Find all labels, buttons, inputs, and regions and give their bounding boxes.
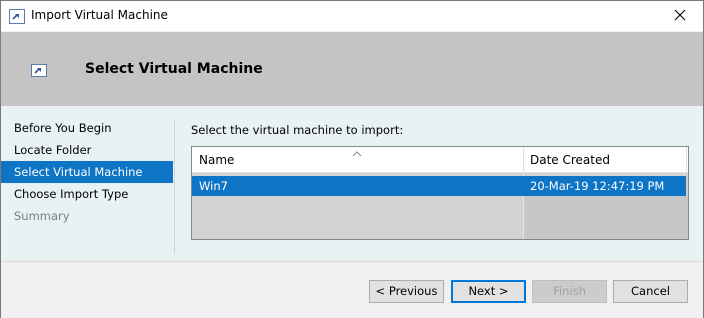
vm-date-created-cell: 20-Mar-19 12:47:19 PM: [530, 179, 665, 193]
close-button[interactable]: [657, 1, 703, 31]
close-icon: [674, 9, 686, 24]
column-resize-handle[interactable]: [523, 147, 524, 172]
finish-button: Finish: [532, 280, 607, 303]
column-resize-handle[interactable]: [686, 147, 687, 172]
page-title: Select Virtual Machine: [85, 61, 263, 77]
nav-item-summary: Summary: [14, 209, 70, 223]
column-header-name[interactable]: Name: [199, 147, 234, 172]
cancel-button[interactable]: Cancel: [613, 280, 688, 303]
select-vm-prompt: Select the virtual machine to import:: [191, 123, 404, 137]
nav-item-before-you-begin[interactable]: Before You Begin: [1, 117, 173, 139]
import-vm-icon: [31, 64, 47, 77]
previous-button[interactable]: < Previous: [369, 280, 444, 303]
import-vm-dialog: Import Virtual Machine Select Virtual Ma…: [0, 0, 704, 318]
empty-column-area: [524, 195, 688, 239]
next-button[interactable]: Next >: [451, 280, 526, 303]
vm-name-cell: Win7: [199, 179, 228, 193]
window-title: Import Virtual Machine: [31, 8, 168, 22]
vm-list[interactable]: Name Date Created Win7 20-Mar-19 12:47:1…: [191, 146, 689, 240]
import-vm-icon: [9, 9, 25, 24]
vm-list-header: Name Date Created: [192, 147, 688, 173]
title-bar[interactable]: Import Virtual Machine: [1, 1, 703, 31]
wizard-footer: < Previous Next > Finish Cancel: [1, 261, 703, 318]
nav-divider: [174, 119, 175, 254]
nav-item-locate-folder[interactable]: Locate Folder: [1, 139, 173, 161]
wizard-content: Before You Begin Locate Folder Select Vi…: [1, 106, 703, 261]
nav-item-choose-import-type[interactable]: Choose Import Type: [1, 183, 173, 205]
column-header-date-created[interactable]: Date Created: [530, 147, 610, 172]
wizard-header: Select Virtual Machine: [1, 32, 703, 106]
vm-row-win7[interactable]: Win7 20-Mar-19 12:47:19 PM: [192, 176, 686, 196]
nav-item-select-virtual-machine[interactable]: Select Virtual Machine: [1, 161, 173, 183]
sort-ascending-icon: [352, 146, 362, 160]
wizard-steps-nav: Before You Begin Locate Folder Select Vi…: [1, 117, 173, 227]
